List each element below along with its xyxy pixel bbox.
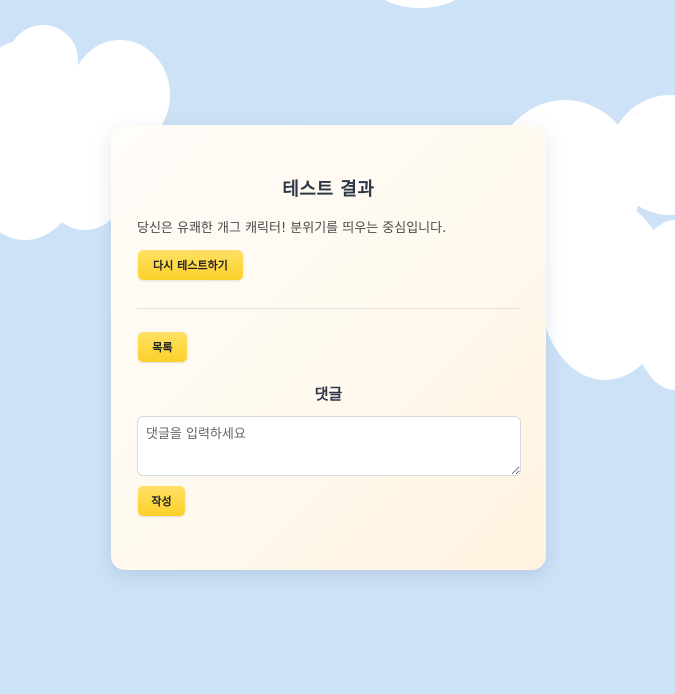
comment-input[interactable] (137, 416, 521, 476)
result-description: 당신은 유쾌한 개그 캐릭터! 분위기를 띄우는 중심입니다. (137, 221, 447, 236)
retry-test-button[interactable]: 다시 테스트하기 (138, 250, 243, 280)
list-button[interactable]: 목록 (138, 332, 187, 362)
section-divider (137, 308, 521, 309)
cloud-shape (365, 0, 475, 8)
result-card: 테스트 결과 당신은 유쾌한 개그 캐릭터! 분위기를 띄우는 중심입니다. 다… (111, 125, 546, 570)
comments-heading: 댓글 (314, 385, 343, 403)
cloud-shape (8, 25, 78, 95)
submit-comment-button[interactable]: 작성 (138, 486, 185, 516)
result-title: 테스트 결과 (282, 179, 375, 200)
